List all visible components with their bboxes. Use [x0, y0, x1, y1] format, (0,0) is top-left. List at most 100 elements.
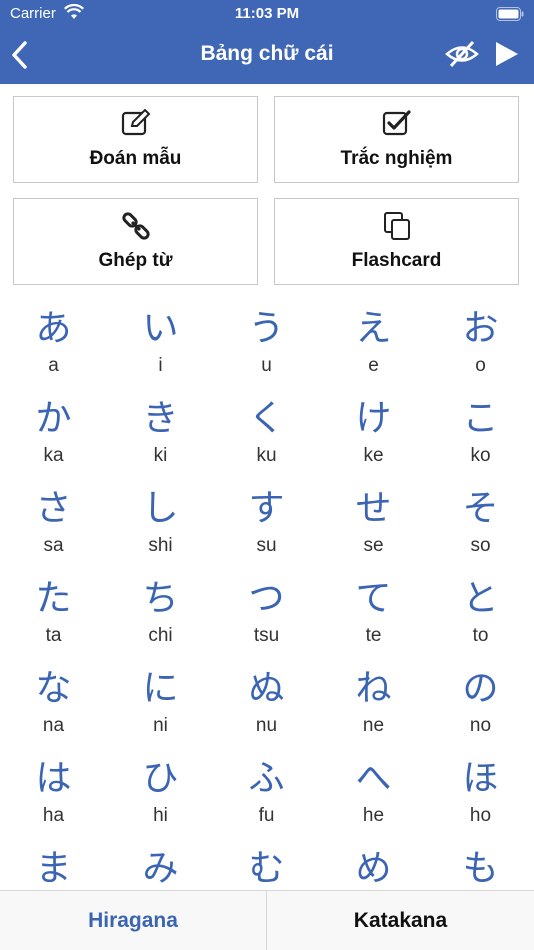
tab-hiragana[interactable]: Hiragana [0, 891, 267, 950]
flashcard-button[interactable]: Flashcard [274, 198, 519, 285]
kana-cell[interactable]: せ se [320, 478, 427, 568]
kana-cell[interactable]: さ sa [0, 478, 107, 568]
kana-character: は [35, 758, 72, 799]
romaji-label: ho [469, 805, 492, 826]
kana-character: め [355, 848, 392, 889]
kana-character: せ [355, 488, 392, 529]
romaji-label: u [261, 355, 272, 376]
kana-cell[interactable]: ほ ho [427, 748, 534, 838]
play-button[interactable] [490, 38, 522, 70]
kana-character: み [142, 848, 179, 889]
kana-cell[interactable]: ひ hi [107, 748, 214, 838]
mode-label: Đoán mẫu [89, 148, 182, 169]
kana-row: ま み む め も [0, 838, 534, 890]
kana-character: え [355, 308, 392, 349]
romaji-label: a [48, 355, 59, 376]
kana-character: か [35, 398, 72, 439]
romaji-label: ki [153, 445, 168, 466]
kana-cell[interactable]: と to [427, 568, 534, 658]
kana-character: ふ [248, 758, 285, 799]
kana-cell[interactable]: か ka [0, 388, 107, 478]
kana-character: た [35, 578, 72, 619]
kana-character: の [462, 668, 499, 709]
kana-cell[interactable]: む [213, 838, 320, 890]
kana-row: な na に ni ぬ nu ね ne の no [0, 658, 534, 748]
mode-label: Flashcard [351, 250, 442, 271]
romaji-label: ko [470, 445, 491, 466]
kana-row: は ha ひ hi ふ fu へ he ほ ho [0, 748, 534, 838]
romaji-label: no [469, 715, 492, 736]
kana-cell[interactable]: き ki [107, 388, 214, 478]
romaji-label: o [475, 355, 486, 376]
kana-character: き [142, 398, 179, 439]
kana-character: な [35, 668, 72, 709]
kana-character: け [355, 398, 392, 439]
kana-row: か ka き ki く ku け ke こ ko [0, 388, 534, 478]
guess-pattern-button[interactable]: Đoán mẫu [13, 96, 258, 183]
kana-cell[interactable]: うu [213, 298, 320, 388]
tab-katakana[interactable]: Katakana [267, 891, 534, 950]
kana-cell[interactable]: ね ne [320, 658, 427, 748]
kana-cell[interactable]: ま [0, 838, 107, 890]
kana-cell[interactable]: いi [107, 298, 214, 388]
kana-cell[interactable]: こ ko [427, 388, 534, 478]
kana-character: す [248, 488, 285, 529]
kana-cell[interactable]: そ so [427, 478, 534, 568]
kana-cell[interactable]: て te [320, 568, 427, 658]
romaji-label: ke [363, 445, 384, 466]
kana-character: に [142, 668, 179, 709]
romaji-label: ka [43, 445, 64, 466]
romaji-label: shi [148, 535, 173, 556]
copy-icon [275, 211, 518, 240]
kana-character: ほ [462, 758, 499, 799]
kana-cell[interactable]: し shi [107, 478, 214, 568]
battery-icon [496, 7, 524, 25]
tab-bar: Hiragana Katakana [0, 890, 534, 950]
kana-character: ひ [142, 758, 179, 799]
quiz-button[interactable]: Trắc nghiệm [274, 96, 519, 183]
kana-character: も [462, 848, 499, 889]
mode-label: Ghép từ [98, 250, 173, 271]
kana-row: た ta ち chi つ tsu て te と to [0, 568, 534, 658]
kana-cell[interactable]: く ku [213, 388, 320, 478]
match-words-button[interactable]: Ghép từ [13, 198, 258, 285]
kana-cell[interactable]: の no [427, 658, 534, 748]
checkbox-icon [275, 109, 518, 137]
kana-cell[interactable]: ふ fu [213, 748, 320, 838]
kana-cell[interactable]: け ke [320, 388, 427, 478]
kana-character: ま [35, 848, 72, 889]
nav-bar: Bảng chữ cái [0, 28, 534, 84]
kana-cell[interactable]: め [320, 838, 427, 890]
kana-character: へ [355, 758, 392, 799]
kana-cell[interactable]: も [427, 838, 534, 890]
kana-cell[interactable]: な na [0, 658, 107, 748]
romaji-label: sa [43, 535, 64, 556]
kana-cell[interactable]: ぬ nu [213, 658, 320, 748]
romaji-label: te [365, 625, 382, 646]
kana-character: お [462, 308, 499, 349]
romaji-label: ni [153, 715, 168, 736]
mode-label: Trắc nghiệm [340, 148, 453, 169]
romaji-label: ha [42, 805, 65, 826]
romaji-label: ta [45, 625, 62, 646]
kana-cell[interactable]: あa [0, 298, 107, 388]
kana-cell[interactable]: おo [427, 298, 534, 388]
link-icon [14, 211, 257, 240]
kana-cell[interactable]: す su [213, 478, 320, 568]
kana-cell[interactable]: ち chi [107, 568, 214, 658]
romaji-label: hi [153, 805, 168, 826]
kana-character: し [142, 488, 179, 529]
kana-row: あaいiうuえeおo [0, 298, 534, 388]
kana-cell[interactable]: に ni [107, 658, 214, 748]
toggle-romaji-button[interactable] [444, 39, 480, 69]
kana-cell[interactable]: み [107, 838, 214, 890]
kana-cell[interactable]: た ta [0, 568, 107, 658]
kana-cell[interactable]: は ha [0, 748, 107, 838]
kana-cell[interactable]: えe [320, 298, 427, 388]
kana-cell[interactable]: つ tsu [213, 568, 320, 658]
status-time: 11:03 PM [234, 5, 300, 22]
romaji-label: fu [258, 805, 275, 826]
romaji-label: tsu [253, 625, 280, 646]
app-header: Carrier 11:03 PM Bảng chữ cái [0, 0, 534, 84]
kana-cell[interactable]: へ he [320, 748, 427, 838]
